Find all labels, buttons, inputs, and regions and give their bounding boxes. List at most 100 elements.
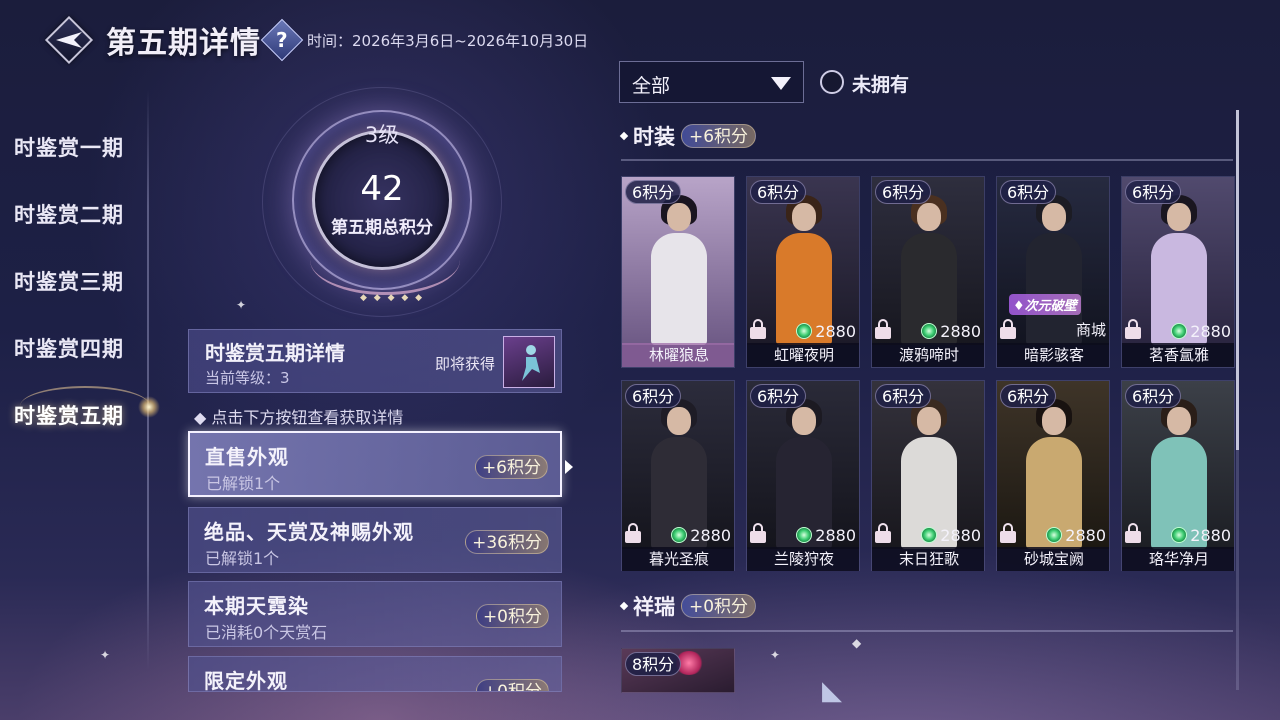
figure-torso xyxy=(651,233,707,345)
lock-icon xyxy=(1125,319,1141,339)
lock-body xyxy=(1000,327,1016,339)
figure-head xyxy=(792,407,816,435)
item-name: 兰陵狩夜 xyxy=(747,547,859,571)
question-icon: ? xyxy=(276,27,288,52)
fashion-item-card[interactable]: 6积分 ♦次元破壁 商城 暗影骇客 xyxy=(996,176,1110,368)
lock-body xyxy=(1000,531,1016,543)
lock-body xyxy=(875,531,891,543)
scrollbar-thumb[interactable] xyxy=(1236,110,1239,450)
figure-head xyxy=(792,203,816,231)
period-tab-1[interactable]: 时鉴赏一期 xyxy=(14,132,124,162)
fashion-item-card[interactable]: 6积分 2880 暮光圣痕 xyxy=(621,380,735,571)
category-points-badge: +0积分 xyxy=(475,604,549,628)
section-name: 时装 xyxy=(633,124,675,149)
fashion-item-card[interactable]: 6积分 2880 砂城宝阙 xyxy=(996,380,1110,571)
detail-title: 时鉴赏五期详情 xyxy=(205,341,345,365)
section-name: 祥瑞 xyxy=(633,594,675,619)
lock-icon xyxy=(625,523,641,543)
figure-head xyxy=(667,203,691,231)
help-button[interactable]: ? xyxy=(260,18,304,62)
category-points-badge: +36积分 xyxy=(465,530,549,554)
sparkle-icon: ✦ xyxy=(770,648,781,662)
hint-label: 点击下方按钮查看获取详情 xyxy=(211,408,404,427)
item-points-badge: 6积分 xyxy=(1125,180,1182,204)
period-tab-4[interactable]: 时鉴赏四期 xyxy=(14,333,124,363)
price-value: 2880 xyxy=(1065,525,1106,545)
price-value: 2880 xyxy=(815,525,856,545)
coming-soon-label: 即将获得 xyxy=(434,355,495,373)
fashion-item-card[interactable]: 6积分 2880 茗香氲雅 xyxy=(1121,176,1235,368)
period-tab-2[interactable]: 时鉴赏二期 xyxy=(14,199,124,229)
section-divider xyxy=(621,630,1233,632)
category-direct-sale[interactable]: 直售外观 已解锁1个 +6积分 xyxy=(188,431,562,497)
reward-thumbnail[interactable] xyxy=(503,336,555,388)
category-title: 限定外观 xyxy=(204,669,288,692)
lock-body xyxy=(875,327,891,339)
price-value: 2880 xyxy=(940,321,981,341)
lock-body xyxy=(1125,327,1141,339)
section-divider xyxy=(621,159,1233,161)
fashion-item-card[interactable]: 6积分林曜狼息 xyxy=(621,176,735,368)
lock-body xyxy=(625,531,641,543)
item-points-badge: 6积分 xyxy=(1000,180,1057,204)
figure-head xyxy=(917,203,941,231)
price-value: 2880 xyxy=(690,525,731,545)
item-price: 2880 xyxy=(671,525,731,545)
ring-dots: ◆ ◆ ◆ ◆ ◆ xyxy=(360,293,425,303)
category-points-badge: +0积分 xyxy=(475,679,549,691)
fashion-item-card[interactable]: 6积分 2880 虹曜夜明 xyxy=(746,176,860,368)
category-status: 已解锁1个 xyxy=(205,549,280,568)
category-limited[interactable]: 限定外观 +0积分 xyxy=(188,656,562,692)
back-arrow-icon xyxy=(56,32,82,48)
item-name: 茗香氲雅 xyxy=(1122,343,1234,367)
item-name: 砂城宝阙 xyxy=(997,547,1109,571)
category-title: 本期天霓染 xyxy=(204,594,309,618)
period-tab-5[interactable]: 时鉴赏五期 xyxy=(14,400,124,430)
fashion-item-card[interactable]: 6积分 2880 兰陵狩夜 xyxy=(746,380,860,571)
bullet-icon xyxy=(619,601,629,611)
figure-head xyxy=(917,407,941,435)
section-points-badge: +6积分 xyxy=(681,124,757,148)
jade-currency-icon xyxy=(1046,527,1063,543)
category-status: 已消耗0个天赏石 xyxy=(205,623,328,642)
filter-dropdown[interactable]: 全部 xyxy=(619,61,804,103)
back-button[interactable] xyxy=(44,15,94,65)
item-points-badge: 6积分 xyxy=(875,180,932,204)
scrollbar[interactable] xyxy=(1236,110,1239,690)
jade-currency-icon xyxy=(1171,527,1188,543)
item-points-badge: 6积分 xyxy=(625,180,682,204)
price-value: 2880 xyxy=(1190,321,1231,341)
jade-currency-icon xyxy=(671,527,688,543)
item-points-badge: 6积分 xyxy=(750,180,807,204)
xiangrui-item-card[interactable]: 8积分 xyxy=(621,648,735,693)
item-price: 2880 xyxy=(1171,321,1231,341)
level-label: 3级 xyxy=(364,123,400,147)
item-name: 虹曜夜明 xyxy=(747,343,859,367)
figure-torso xyxy=(1026,233,1082,345)
unowned-label[interactable]: 未拥有 xyxy=(852,70,909,97)
item-name: 暗影骇客 xyxy=(997,343,1109,367)
lock-body xyxy=(1125,531,1141,543)
selected-arrow-icon xyxy=(565,460,573,474)
bullet-icon xyxy=(619,131,629,141)
jade-currency-icon xyxy=(921,527,938,543)
item-name: 末日狂歌 xyxy=(872,547,984,571)
category-title: 绝品、天赏及神赐外观 xyxy=(204,520,414,544)
price-value: 2880 xyxy=(815,321,856,341)
item-name: 林曜狼息 xyxy=(622,343,734,367)
category-premium[interactable]: 绝品、天赏及神赐外观 已解锁1个 +36积分 xyxy=(188,507,562,573)
category-points-badge: +6积分 xyxy=(474,455,548,479)
fashion-item-card[interactable]: 6积分 2880 末日狂歌 xyxy=(871,380,985,571)
period-detail-card[interactable]: 时鉴赏五期详情 当前等级：3 即将获得 xyxy=(188,329,562,393)
unowned-radio[interactable] xyxy=(820,70,844,94)
period-tab-3[interactable]: 时鉴赏三期 xyxy=(14,266,124,296)
jade-currency-icon xyxy=(921,323,938,339)
category-status: 已解锁1个 xyxy=(206,474,281,493)
fashion-item-card[interactable]: 6积分 2880 珞华净月 xyxy=(1121,380,1235,571)
lock-icon xyxy=(875,319,891,339)
category-dye[interactable]: 本期天霓染 已消耗0个天赏石 +0积分 xyxy=(188,581,562,647)
section-points-badge: +0积分 xyxy=(681,594,757,618)
fashion-item-card[interactable]: 6积分 2880 渡鸦啼时 xyxy=(871,176,985,368)
item-name: 珞华净月 xyxy=(1122,547,1234,571)
level-emblem: 3级 42 第五期总积分 ◆ ◆ ◆ ◆ ◆ xyxy=(262,87,502,317)
